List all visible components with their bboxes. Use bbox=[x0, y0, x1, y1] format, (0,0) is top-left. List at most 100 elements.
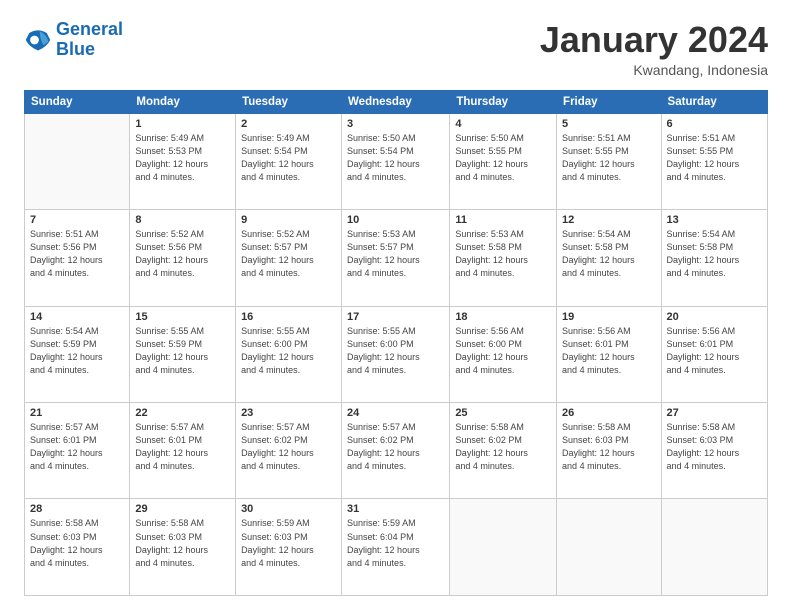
daylight-text: Daylight: 12 hours bbox=[135, 254, 230, 267]
day-info: Sunrise: 5:53 AMSunset: 5:57 PMDaylight:… bbox=[347, 228, 444, 280]
daylight-text-cont: and 4 minutes. bbox=[667, 171, 762, 184]
daylight-text-cont: and 4 minutes. bbox=[347, 460, 444, 473]
day-number: 16 bbox=[241, 311, 336, 323]
day-info: Sunrise: 5:50 AMSunset: 5:55 PMDaylight:… bbox=[455, 132, 551, 184]
sunrise-text: Sunrise: 5:58 AM bbox=[135, 517, 230, 530]
sunset-text: Sunset: 5:53 PM bbox=[135, 145, 230, 158]
table-row: 1Sunrise: 5:49 AMSunset: 5:53 PMDaylight… bbox=[130, 113, 236, 209]
calendar-table: Sunday Monday Tuesday Wednesday Thursday… bbox=[24, 90, 768, 596]
logo-text: General Blue bbox=[56, 20, 123, 60]
table-row: 29Sunrise: 5:58 AMSunset: 6:03 PMDayligh… bbox=[130, 499, 236, 596]
daylight-text-cont: and 4 minutes. bbox=[30, 364, 124, 377]
day-number: 7 bbox=[30, 214, 124, 226]
calendar-week-1: 1Sunrise: 5:49 AMSunset: 5:53 PMDaylight… bbox=[25, 113, 768, 209]
sunset-text: Sunset: 5:57 PM bbox=[241, 241, 336, 254]
table-row: 2 Sunrise: 5:49 AMSunset: 5:54 PMDaylight… bbox=[236, 113, 342, 209]
table-row bbox=[661, 499, 767, 596]
logo-icon bbox=[24, 26, 52, 54]
daylight-text: Daylight: 12 hours bbox=[30, 447, 124, 460]
day-info: Sunrise: 5:51 AMSunset: 5:56 PMDaylight:… bbox=[30, 228, 124, 280]
sunset-text: Sunset: 6:02 PM bbox=[455, 434, 551, 447]
col-thursday: Thursday bbox=[450, 90, 557, 113]
daylight-text-cont: and 4 minutes. bbox=[562, 364, 656, 377]
daylight-text-cont: and 4 minutes. bbox=[455, 171, 551, 184]
table-row: 10Sunrise: 5:53 AMSunset: 5:57 PMDayligh… bbox=[342, 210, 450, 306]
daylight-text-cont: and 4 minutes. bbox=[667, 364, 762, 377]
day-number: 25 bbox=[455, 407, 551, 419]
col-sunday: Sunday bbox=[25, 90, 130, 113]
day-number: 21 bbox=[30, 407, 124, 419]
daylight-text-cont: and 4 minutes. bbox=[135, 364, 230, 377]
day-number: 15 bbox=[135, 311, 230, 323]
table-row: 26Sunrise: 5:58 AMSunset: 6:03 PMDayligh… bbox=[557, 403, 662, 499]
day-info: Sunrise: 5:54 AMSunset: 5:58 PMDaylight:… bbox=[667, 228, 762, 280]
daylight-text: Daylight: 12 hours bbox=[30, 544, 124, 557]
day-info: Sunrise: 5:55 AMSunset: 6:00 PMDaylight:… bbox=[347, 325, 444, 377]
sunset-text: Sunset: 5:54 PM bbox=[347, 145, 444, 158]
sunset-text: Sunset: 5:59 PM bbox=[30, 338, 124, 351]
sunrise-text: Sunrise: 5:56 AM bbox=[667, 325, 762, 338]
daylight-text-cont: and 4 minutes. bbox=[562, 267, 656, 280]
daylight-text-cont: and 4 minutes. bbox=[455, 267, 551, 280]
day-number: 19 bbox=[562, 311, 656, 323]
daylight-text-cont: and 4 minutes. bbox=[347, 267, 444, 280]
day-info: Sunrise: 5:52 AMSunset: 5:57 PMDaylight:… bbox=[241, 228, 336, 280]
sunset-text: Sunset: 5:55 PM bbox=[455, 145, 551, 158]
day-number: 5 bbox=[562, 118, 656, 130]
daylight-text: Daylight: 12 hours bbox=[455, 351, 551, 364]
table-row: 11Sunrise: 5:53 AMSunset: 5:58 PMDayligh… bbox=[450, 210, 557, 306]
daylight-text: Daylight: 12 hours bbox=[135, 447, 230, 460]
day-number: 4 bbox=[455, 118, 551, 130]
table-row: 6Sunrise: 5:51 AMSunset: 5:55 PMDaylight… bbox=[661, 113, 767, 209]
sunset-text: Sunset: 6:03 PM bbox=[135, 531, 230, 544]
header-row: Sunday Monday Tuesday Wednesday Thursday… bbox=[25, 90, 768, 113]
sunrise-text: Sunrise: 5:50 AM bbox=[347, 132, 444, 145]
day-number: 6 bbox=[667, 118, 762, 130]
daylight-text: Daylight: 12 hours bbox=[667, 447, 762, 460]
day-info: Sunrise: 5:58 AMSunset: 6:03 PMDaylight:… bbox=[667, 421, 762, 473]
daylight-text-cont: and 4 minutes. bbox=[347, 557, 444, 570]
sunrise-text: Sunrise: 5:58 AM bbox=[30, 517, 124, 530]
day-number: 31 bbox=[347, 503, 444, 515]
table-row: 22Sunrise: 5:57 AMSunset: 6:01 PMDayligh… bbox=[130, 403, 236, 499]
table-row: 20Sunrise: 5:56 AMSunset: 6:01 PMDayligh… bbox=[661, 306, 767, 402]
table-row: 13Sunrise: 5:54 AMSunset: 5:58 PMDayligh… bbox=[661, 210, 767, 306]
sunrise-text: Sunrise: 5:54 AM bbox=[562, 228, 656, 241]
daylight-text: Daylight: 12 hours bbox=[347, 447, 444, 460]
sunrise-text: Sunrise: 5:56 AM bbox=[562, 325, 656, 338]
table-row: 23Sunrise: 5:57 AMSunset: 6:02 PMDayligh… bbox=[236, 403, 342, 499]
table-row bbox=[557, 499, 662, 596]
sunset-text: Sunset: 5:54 PM bbox=[241, 145, 336, 158]
location-subtitle: Kwandang, Indonesia bbox=[540, 62, 768, 78]
table-row: 9Sunrise: 5:52 AMSunset: 5:57 PMDaylight… bbox=[236, 210, 342, 306]
table-row: 18Sunrise: 5:56 AMSunset: 6:00 PMDayligh… bbox=[450, 306, 557, 402]
daylight-text-cont: and 4 minutes. bbox=[562, 171, 656, 184]
daylight-text: Daylight: 12 hours bbox=[241, 351, 336, 364]
daylight-text: Daylight: 12 hours bbox=[667, 254, 762, 267]
daylight-text-cont: and 4 minutes. bbox=[30, 460, 124, 473]
table-row: 4 Sunrise: 5:50 AMSunset: 5:55 PMDaylight… bbox=[450, 113, 557, 209]
day-info: Sunrise: 5:54 AMSunset: 5:58 PMDaylight:… bbox=[562, 228, 656, 280]
day-info: Sunrise: 5:56 AMSunset: 6:01 PMDaylight:… bbox=[562, 325, 656, 377]
day-info: Sunrise: 5:49 AMSunset: 5:54 PMDaylight:… bbox=[241, 132, 336, 184]
daylight-text: Daylight: 12 hours bbox=[241, 447, 336, 460]
sunrise-text: Sunrise: 5:54 AM bbox=[30, 325, 124, 338]
day-number: 2 bbox=[241, 118, 336, 130]
daylight-text: Daylight: 12 hours bbox=[562, 351, 656, 364]
day-number: 17 bbox=[347, 311, 444, 323]
table-row: 19 Sunrise: 5:56 AMSunset: 6:01 PMDayligh… bbox=[557, 306, 662, 402]
table-row: 12Sunrise: 5:54 AMSunset: 5:58 PMDayligh… bbox=[557, 210, 662, 306]
sunrise-text: Sunrise: 5:59 AM bbox=[347, 517, 444, 530]
sunset-text: Sunset: 5:58 PM bbox=[562, 241, 656, 254]
logo-blue: Blue bbox=[56, 39, 95, 59]
day-info: Sunrise: 5:54 AMSunset: 5:59 PMDaylight:… bbox=[30, 325, 124, 377]
day-number: 22 bbox=[135, 407, 230, 419]
sunrise-text: Sunrise: 5:49 AM bbox=[135, 132, 230, 145]
sunset-text: Sunset: 5:58 PM bbox=[455, 241, 551, 254]
daylight-text-cont: and 4 minutes. bbox=[241, 267, 336, 280]
day-info: Sunrise: 5:58 AMSunset: 6:03 PMDaylight:… bbox=[562, 421, 656, 473]
sunset-text: Sunset: 6:00 PM bbox=[455, 338, 551, 351]
col-tuesday: Tuesday bbox=[236, 90, 342, 113]
sunrise-text: Sunrise: 5:57 AM bbox=[30, 421, 124, 434]
sunrise-text: Sunrise: 5:51 AM bbox=[30, 228, 124, 241]
